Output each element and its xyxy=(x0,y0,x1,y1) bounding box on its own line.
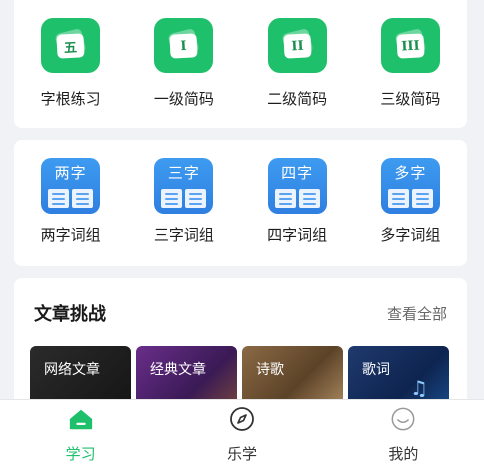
book-icon-text: 三字 xyxy=(167,164,200,182)
tile-label: 歌词 xyxy=(362,362,390,378)
tile-label: 经典文章 xyxy=(150,362,206,378)
practice-item-label: 二级简码 xyxy=(267,90,328,108)
articles-header: 文章挑战 查看全部 xyxy=(34,300,447,326)
words-grid: 两字 两字词组 三字 三字词组 四字 四字词组 多字 多字词组 xyxy=(14,158,467,245)
words-card: 两字 两字词组 三字 三字词组 四字 四字词组 多字 多字词组 xyxy=(14,140,467,266)
words-item-label: 两字词组 xyxy=(40,226,101,244)
words-item-three[interactable]: 三字 三字词组 xyxy=(127,158,240,245)
tab-fun-learn[interactable]: 乐学 xyxy=(161,400,322,467)
articles-card: 文章挑战 查看全部 网络文章 经典文章 诗歌 歌词 ♫ xyxy=(14,278,467,418)
level1-badge: I xyxy=(169,32,198,59)
book-icon: 三字 xyxy=(154,158,214,214)
tile-label: 网络文章 xyxy=(44,362,100,378)
level1-icon: I xyxy=(154,18,214,73)
tab-study[interactable]: 学习 xyxy=(0,400,161,467)
zigen-icon: 五 xyxy=(41,18,101,73)
open-book-icon xyxy=(274,189,320,208)
level2-icon: II xyxy=(267,18,327,73)
view-all-link[interactable]: 查看全部 xyxy=(387,303,447,324)
book-icon-text: 两字 xyxy=(54,164,87,182)
open-book-icon xyxy=(387,189,433,208)
words-item-four[interactable]: 四字 四字词组 xyxy=(241,158,354,245)
words-item-two[interactable]: 两字 两字词组 xyxy=(14,158,127,245)
practice-grid: 五 字根练习 I 一级简码 II 二级简码 III 三级简码 xyxy=(14,18,467,109)
practice-item-label: 字根练习 xyxy=(40,90,101,108)
words-item-label: 多字词组 xyxy=(380,226,441,244)
level3-badge: III xyxy=(396,32,425,59)
book-icon: 多字 xyxy=(380,158,440,214)
practice-item-level2[interactable]: II 二级简码 xyxy=(241,18,354,109)
section-title: 文章挑战 xyxy=(34,304,106,325)
book-icon: 两字 xyxy=(41,158,101,214)
book-icon: 四字 xyxy=(267,158,327,214)
open-book-icon xyxy=(161,189,207,208)
level2-badge: II xyxy=(283,32,312,59)
book-icon-text: 多字 xyxy=(394,164,427,182)
practice-item-level3[interactable]: III 三级简码 xyxy=(354,18,467,109)
practice-item-zigen[interactable]: 五 字根练习 xyxy=(14,18,127,109)
words-item-multi[interactable]: 多字 多字词组 xyxy=(354,158,467,245)
tile-label: 诗歌 xyxy=(256,362,284,378)
practice-item-label: 三级简码 xyxy=(380,90,441,108)
tab-label: 学习 xyxy=(65,445,96,463)
practice-item-level1[interactable]: I 一级简码 xyxy=(127,18,240,109)
book-icon-text: 四字 xyxy=(281,164,314,182)
zigen-badge: 五 xyxy=(56,32,85,59)
tab-label: 乐学 xyxy=(226,445,257,463)
compass-icon xyxy=(229,407,255,431)
level3-icon: III xyxy=(380,18,440,73)
practice-card: 五 字根练习 I 一级简码 II 二级简码 III 三级简码 xyxy=(14,0,467,128)
bottom-tab-bar: 学习 乐学 我的 xyxy=(0,399,484,467)
words-item-label: 三字词组 xyxy=(153,226,214,244)
music-note-icon: ♫ xyxy=(410,376,428,400)
tab-label: 我的 xyxy=(388,445,419,463)
words-item-label: 四字词组 xyxy=(267,226,328,244)
smiley-icon xyxy=(390,407,416,431)
practice-item-label: 一级简码 xyxy=(153,90,214,108)
open-book-icon xyxy=(48,189,94,208)
home-icon xyxy=(68,407,94,431)
tab-mine[interactable]: 我的 xyxy=(323,400,484,467)
